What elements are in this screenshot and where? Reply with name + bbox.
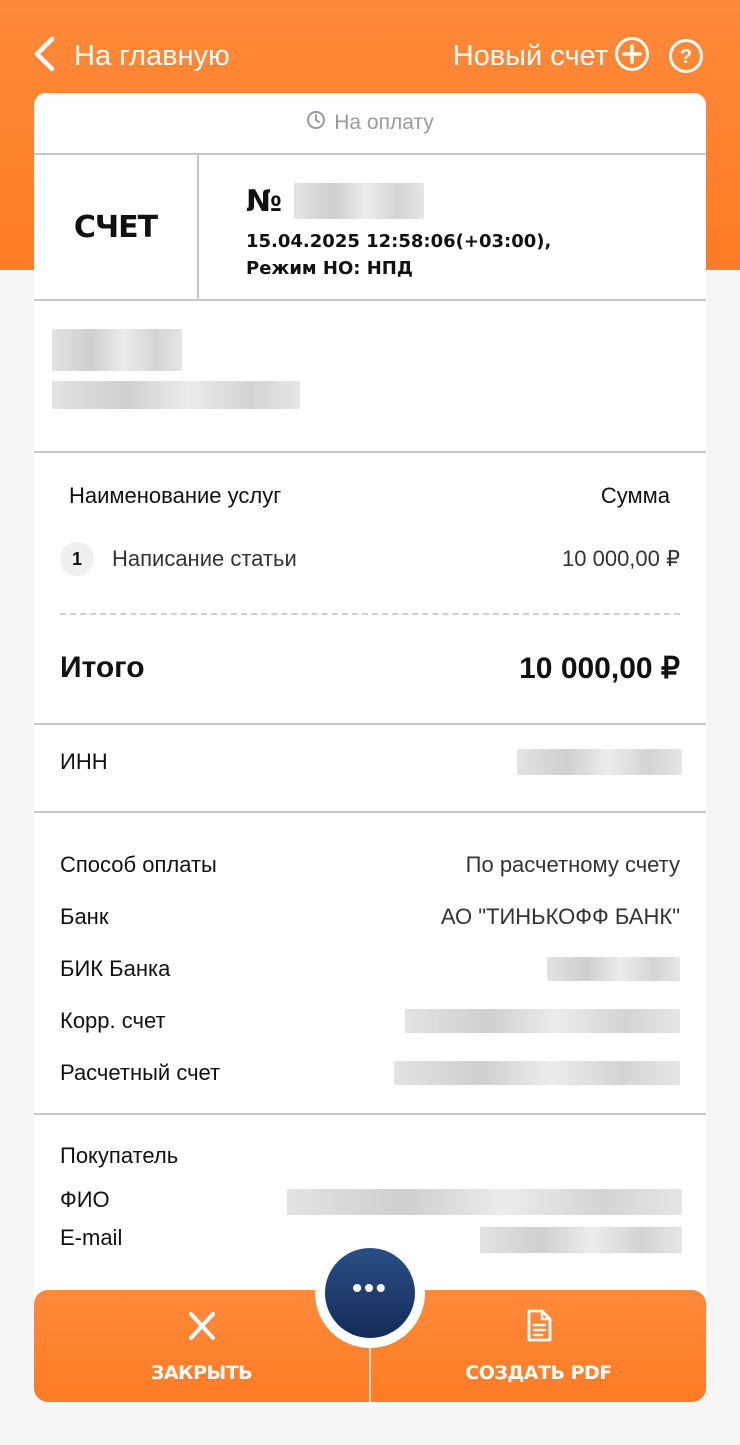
service-name: Написание статьи <box>112 546 297 571</box>
payment-method-value: По расчетному счету <box>465 852 680 877</box>
bik-row: БИК Банка <box>60 954 680 984</box>
close-label: ЗАКРЫТЬ <box>150 1361 253 1384</box>
document-icon <box>524 1309 554 1362</box>
payment-method-row: Способ оплаты По расчетному счету <box>60 850 680 880</box>
services-name-header: Наименование услуг <box>69 483 282 508</box>
chevron-left-icon <box>32 36 56 77</box>
redacted-fio <box>287 1189 682 1215</box>
back-button[interactable]: На главную <box>32 36 230 76</box>
back-label: На главную <box>74 39 230 72</box>
redacted-corr-account <box>405 1009 680 1033</box>
invoice-type: СЧЕТ <box>34 155 199 299</box>
bank-value: АО "ТИНЬКОФФ БАНК" <box>440 904 680 929</box>
inn-label: ИНН <box>60 749 108 774</box>
more-dots-icon: ••• <box>352 1272 388 1303</box>
status-label: На оплату <box>334 111 434 134</box>
service-index: 1 <box>60 542 94 576</box>
service-amount: 10 000,00 ₽ <box>562 546 680 571</box>
total-label: Итого <box>60 651 145 684</box>
new-bill-label: Новый счет <box>452 39 608 72</box>
bank-row: Банк АО "ТИНЬКОФФ БАНК" <box>60 902 680 932</box>
top-bar: На главную Новый счет ? <box>0 0 740 100</box>
account-row: Расчетный счет <box>60 1058 680 1088</box>
new-bill-button[interactable]: Новый счет <box>453 36 650 76</box>
invoice-datetime: 15.04.2025 12:58:06(+03:00), <box>246 231 552 252</box>
tax-mode: Режим НО: НПД <box>246 258 413 279</box>
more-actions-button[interactable]: ••• <box>325 1248 415 1338</box>
payment-method-label: Способ оплаты <box>60 852 217 877</box>
invoice-number-prefix: № <box>246 183 283 219</box>
seller-info <box>34 301 706 453</box>
dashed-divider <box>60 613 680 615</box>
inn-row: ИНН <box>34 725 706 813</box>
close-icon <box>187 1309 217 1362</box>
bank-label: Банк <box>60 904 109 929</box>
clock-icon <box>306 110 334 136</box>
total-value: 10 000,00 ₽ <box>519 652 680 685</box>
help-icon[interactable]: ? <box>668 38 704 74</box>
redacted-bik <box>547 957 680 981</box>
invoice-card: На оплату СЧЕТ № 15.04.2025 12:58:06(+03… <box>34 93 706 1303</box>
redacted-invoice-number <box>294 183 425 219</box>
invoice-meta: № 15.04.2025 12:58:06(+03:00), Режим НО:… <box>199 155 551 299</box>
redacted-inn <box>517 749 682 775</box>
svg-text:?: ? <box>680 46 692 68</box>
email-label: E-mail <box>60 1225 123 1250</box>
invoice-number: № <box>246 183 551 219</box>
redacted-seller-name <box>52 329 182 371</box>
fio-label: ФИО <box>60 1187 110 1212</box>
bik-label: БИК Банка <box>60 956 171 981</box>
invoice-header: СЧЕТ № 15.04.2025 12:58:06(+03:00), Режи… <box>34 155 706 301</box>
corr-account-row: Корр. счет <box>60 1006 680 1036</box>
create-pdf-label: СОЗДАТЬ PDF <box>465 1361 612 1384</box>
status-bar: На оплату <box>34 93 706 155</box>
services-section: Наименование услуг Сумма 1 Написание ста… <box>34 453 706 725</box>
buyer-title: Покупатель <box>60 1143 179 1168</box>
corr-account-label: Корр. счет <box>60 1008 166 1033</box>
account-label: Расчетный счет <box>60 1060 221 1085</box>
plus-circle-icon <box>614 36 650 77</box>
redacted-email <box>480 1227 682 1253</box>
redacted-seller-details <box>52 381 300 409</box>
service-row: 1 Написание статьи 10 000,00 ₽ <box>60 541 680 577</box>
payment-section: Способ оплаты По расчетному счету Банк А… <box>34 813 706 1115</box>
redacted-account <box>394 1061 680 1085</box>
services-sum-header: Сумма <box>600 483 670 508</box>
